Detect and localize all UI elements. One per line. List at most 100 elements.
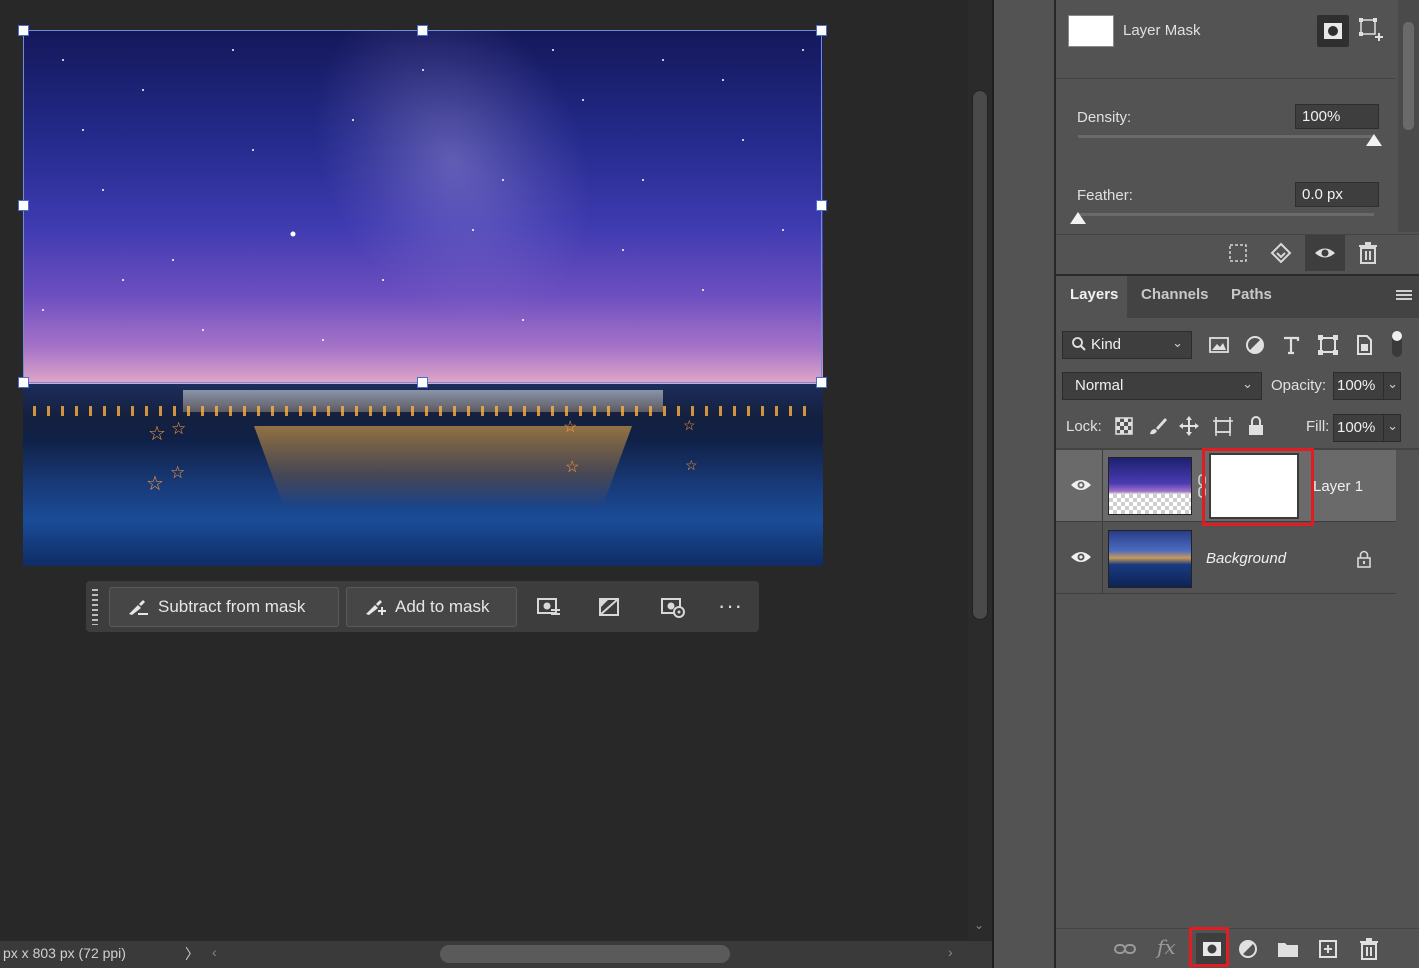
- layer-mask-thumbnail: [1068, 15, 1114, 47]
- vector-mask-icon[interactable]: [1358, 17, 1384, 43]
- properties-scrollbar[interactable]: [1398, 0, 1419, 232]
- delete-mask-icon[interactable]: [1356, 241, 1380, 265]
- filter-shape-icon[interactable]: [1316, 333, 1340, 357]
- document-info: px x 803 px (72 ppi): [3, 945, 126, 961]
- highlight-add-mask-button: [1189, 927, 1229, 967]
- density-slider-knob[interactable]: [1366, 134, 1382, 146]
- feather-slider-track[interactable]: [1078, 213, 1374, 216]
- right-panel: Layer Mask Density: 100% Feather: 0.0 px: [1056, 0, 1419, 968]
- eye-icon[interactable]: [1070, 549, 1092, 565]
- star-decoration: ☆: [563, 419, 578, 436]
- adjustment-icon[interactable]: [1236, 937, 1260, 961]
- group-folder-icon[interactable]: [1276, 937, 1300, 961]
- delete-icon[interactable]: [1357, 937, 1381, 961]
- filter-adjustment-icon[interactable]: [1243, 333, 1267, 357]
- layers-list-empty-area[interactable]: [1056, 594, 1396, 928]
- tab-layers[interactable]: Layers: [1056, 276, 1127, 320]
- opacity-dropdown[interactable]: ⌄: [1383, 372, 1401, 400]
- filter-toggle[interactable]: [1392, 331, 1402, 357]
- properties-actions: [1056, 234, 1419, 271]
- panel-dock-gutter: [992, 0, 1054, 968]
- canvas-vertical-scrollbar[interactable]: ⌄: [968, 0, 992, 940]
- feather-field[interactable]: 0.0 px: [1295, 182, 1379, 207]
- pixel-mask-icon: [1324, 23, 1342, 39]
- lock-icon[interactable]: [1355, 550, 1373, 568]
- star-decoration: ☆: [170, 463, 186, 482]
- chevron-down-icon: ⌄: [1387, 376, 1398, 391]
- pixel-mask-button[interactable]: [1317, 15, 1349, 47]
- load-selection-icon[interactable]: [1226, 241, 1250, 265]
- star-decoration: ☆: [171, 419, 187, 438]
- filter-kind-dropdown[interactable]: Kind ⌄: [1062, 331, 1192, 359]
- add-to-mask-button[interactable]: Add to mask: [346, 587, 517, 627]
- properties-scrollbar-thumb[interactable]: [1403, 22, 1414, 130]
- transform-handle[interactable]: [18, 200, 29, 211]
- more-options-button[interactable]: ···: [718, 593, 743, 619]
- layers-scrollbar[interactable]: [1396, 450, 1419, 928]
- drag-grip-icon[interactable]: [92, 589, 98, 625]
- transform-selection-box[interactable]: [23, 30, 822, 383]
- transform-handle[interactable]: [816, 200, 827, 211]
- layers-bottom-bar: fx: [1056, 928, 1419, 968]
- transparency-checker: [1109, 494, 1191, 514]
- status-bar: px x 803 px (72 ppi) 〉 ‹ ›: [0, 940, 992, 968]
- status-menu-arrow[interactable]: 〉: [185, 944, 199, 964]
- star-decoration: ☆: [685, 457, 698, 473]
- density-field[interactable]: 100%: [1295, 104, 1379, 129]
- layer-1-thumbnail[interactable]: [1108, 457, 1192, 515]
- transform-handle[interactable]: [816, 25, 827, 36]
- lock-image-pixels-icon[interactable]: [1147, 415, 1169, 437]
- tab-channels[interactable]: Channels: [1127, 276, 1217, 320]
- palace-scene-image: ☆ ☆ ☆ ☆ ☆ ☆ ☆ ☆: [23, 384, 823, 566]
- brush-minus-icon: [129, 600, 148, 615]
- layer-name[interactable]: Background: [1206, 550, 1286, 567]
- scroll-right-arrow-icon[interactable]: ›: [948, 944, 953, 960]
- scroll-left-arrow-icon[interactable]: ‹: [212, 944, 217, 960]
- apply-mask-icon[interactable]: [1269, 241, 1293, 265]
- new-layer-icon[interactable]: [1316, 937, 1340, 961]
- chevron-down-icon: ⌄: [1242, 376, 1253, 391]
- blend-mode-dropdown[interactable]: Normal ⌄: [1062, 372, 1262, 400]
- view-mask-icon[interactable]: [660, 595, 686, 619]
- filter-type-icon[interactable]: [1279, 333, 1303, 357]
- fill-label: Fill:: [1306, 418, 1330, 435]
- filter-toggle-knob: [1392, 331, 1402, 341]
- background-thumbnail[interactable]: [1108, 530, 1192, 588]
- layer-name[interactable]: Layer 1: [1313, 478, 1363, 495]
- mask-options-icon[interactable]: [536, 595, 562, 619]
- palace-lights: [33, 406, 813, 416]
- subtract-from-mask-button[interactable]: Subtract from mask: [109, 587, 339, 627]
- fill-dropdown[interactable]: ⌄: [1383, 414, 1401, 442]
- scroll-down-arrow-icon[interactable]: ⌄: [974, 918, 984, 932]
- star-decoration: ☆: [565, 459, 580, 476]
- blend-mode-label: Normal: [1075, 377, 1124, 394]
- density-slider-track[interactable]: [1078, 135, 1374, 138]
- filter-smart-object-icon[interactable]: [1352, 333, 1376, 357]
- transform-handle[interactable]: [417, 377, 428, 388]
- eye-icon[interactable]: [1070, 477, 1092, 493]
- tab-paths[interactable]: Paths: [1217, 276, 1283, 320]
- transform-handle[interactable]: [417, 25, 428, 36]
- horizontal-scrollbar-thumb[interactable]: [440, 945, 730, 963]
- transform-handle[interactable]: [18, 377, 29, 388]
- lock-artboard-icon[interactable]: [1212, 415, 1234, 437]
- feather-slider-knob[interactable]: [1070, 212, 1086, 224]
- canvas-area[interactable]: ☆ ☆ ☆ ☆ ☆ ☆ ☆ ☆ Subtract from mask Add t…: [0, 0, 968, 940]
- properties-panel: Layer Mask Density: 100% Feather: 0.0 px: [1056, 0, 1419, 271]
- link-layers-icon[interactable]: [1113, 937, 1137, 961]
- transform-handle[interactable]: [18, 25, 29, 36]
- panel-menu-icon[interactable]: [1396, 290, 1412, 302]
- scrollbar-thumb[interactable]: [972, 90, 988, 620]
- lock-all-icon[interactable]: [1245, 415, 1267, 437]
- palace-reflection: [254, 426, 632, 506]
- invert-mask-icon[interactable]: [597, 595, 623, 619]
- lock-position-icon[interactable]: [1178, 415, 1200, 437]
- lock-transparent-pixels-icon[interactable]: [1113, 415, 1135, 437]
- layer-row-background[interactable]: Background: [1056, 522, 1396, 594]
- transform-handle[interactable]: [816, 377, 827, 388]
- disable-mask-button[interactable]: [1305, 235, 1345, 271]
- fx-icon[interactable]: fx: [1157, 935, 1176, 959]
- filter-pixel-icon[interactable]: [1207, 333, 1231, 357]
- opacity-label: Opacity:: [1271, 377, 1327, 394]
- feather-label: Feather:: [1077, 187, 1133, 204]
